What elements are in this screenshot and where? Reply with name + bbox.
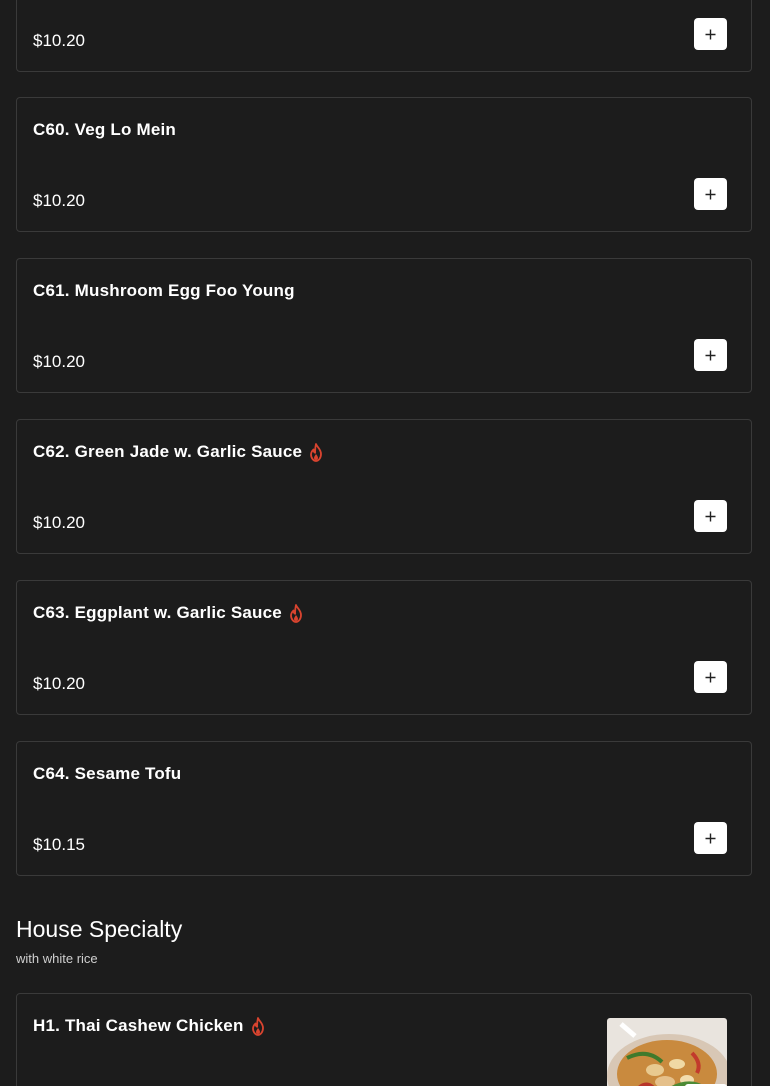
item-name: C64. Sesame Tofu: [33, 764, 182, 783]
item-price: $10.15: [33, 835, 85, 854]
menu-page: $10.20 C60. Veg Lo Mein $10.20 C61. Mush…: [0, 0, 770, 1086]
add-item-button[interactable]: [694, 339, 727, 371]
item-name: C63. Eggplant w. Garlic Sauce: [33, 603, 282, 622]
menu-item-card[interactable]: C62. Green Jade w. Garlic Sauce $10.20: [16, 419, 752, 554]
item-name-row: C63. Eggplant w. Garlic Sauce: [33, 603, 304, 623]
flame-icon: [290, 603, 302, 623]
item-price: $10.20: [33, 674, 85, 693]
item-name-row: C61. Mushroom Egg Foo Young: [33, 281, 295, 301]
plus-icon: [705, 833, 716, 843]
item-price: $10.20: [33, 513, 85, 532]
item-price: $10.20: [33, 191, 85, 210]
add-item-button[interactable]: [694, 822, 727, 854]
item-name: H1. Thai Cashew Chicken: [33, 1016, 244, 1035]
menu-item-card[interactable]: C63. Eggplant w. Garlic Sauce $10.20: [16, 580, 752, 715]
section-subtitle: with white rice: [16, 951, 98, 966]
menu-item-card[interactable]: C61. Mushroom Egg Foo Young $10.20: [16, 258, 752, 393]
menu-item-card[interactable]: C64. Sesame Tofu $10.15: [16, 741, 752, 876]
menu-item-card[interactable]: C60. Veg Lo Mein $10.20: [16, 97, 752, 232]
menu-item-card[interactable]: H1. Thai Cashew Chicken: [16, 993, 752, 1086]
plus-icon: [705, 511, 716, 521]
item-name: C62. Green Jade w. Garlic Sauce: [33, 442, 303, 461]
item-name-row: C62. Green Jade w. Garlic Sauce: [33, 442, 324, 462]
item-name: C61. Mushroom Egg Foo Young: [33, 281, 295, 300]
add-item-button[interactable]: [694, 178, 727, 210]
menu-item-card[interactable]: $10.20: [16, 0, 752, 72]
section-title: House Specialty: [16, 916, 183, 942]
dish-photo: [607, 1018, 727, 1086]
plus-icon: [705, 189, 716, 199]
plus-icon: [705, 672, 716, 682]
item-name-row: C64. Sesame Tofu: [33, 764, 181, 784]
plus-icon: [705, 350, 716, 360]
item-name: C60. Veg Lo Mein: [33, 120, 177, 139]
add-item-button[interactable]: [694, 500, 727, 532]
item-price: $10.20: [33, 352, 85, 371]
add-item-button[interactable]: [694, 661, 727, 693]
plus-icon: [705, 29, 716, 39]
flame-icon: [310, 442, 323, 462]
flame-icon: [251, 1016, 264, 1036]
add-item-button[interactable]: [694, 18, 727, 50]
item-price: $10.20: [33, 31, 85, 50]
item-name-row: C60. Veg Lo Mein: [33, 120, 176, 140]
item-name-row: H1. Thai Cashew Chicken: [33, 1016, 266, 1036]
